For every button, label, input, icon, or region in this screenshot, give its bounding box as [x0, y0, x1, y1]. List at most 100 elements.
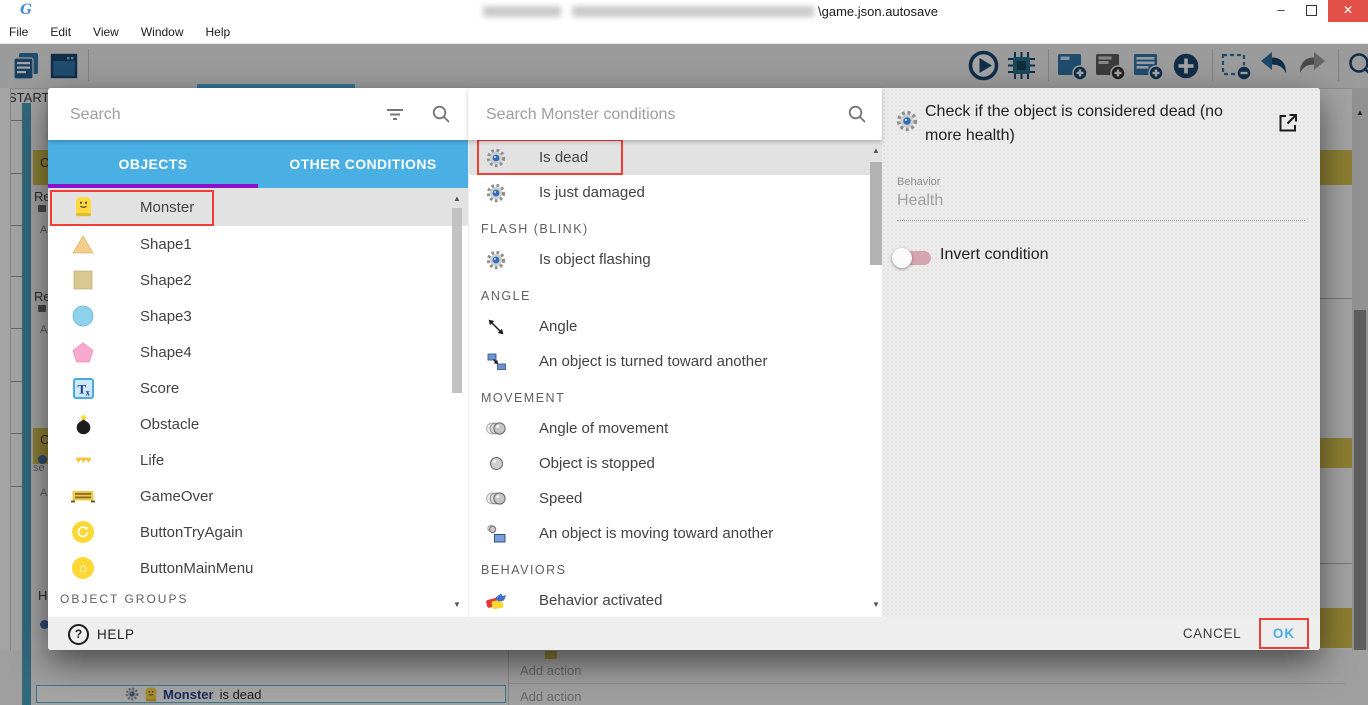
hearts-icon: ♥♥♥ [70, 448, 96, 472]
conditions-search-input[interactable] [484, 100, 818, 130]
movement-icon [483, 487, 509, 511]
help-button[interactable]: ? HELP [68, 622, 135, 646]
object-label: Shape4 [140, 344, 192, 361]
object-label: Shape2 [140, 272, 192, 289]
condition-label: Is dead [539, 149, 588, 166]
main-content: START CReAReAOseAH ▲ ▼ Add action Add ac… [0, 43, 1368, 705]
object-label: ButtonMainMenu [140, 560, 253, 577]
condition-label: Angle of movement [539, 420, 668, 437]
object-item-gameover[interactable]: GameOver [48, 478, 468, 514]
condition-editor-dialog: OBJECTS OTHER CONDITIONS Monster Shape1 Sh… [48, 88, 1320, 650]
retry-button-icon [70, 520, 96, 544]
triangle-icon [70, 232, 96, 256]
object-item-life[interactable]: ♥♥♥ Life [48, 442, 468, 478]
object-label: Shape1 [140, 236, 192, 253]
condition-item-an-object-is-moving-toward-another[interactable]: An object is moving toward another [469, 516, 883, 551]
tab-other-conditions[interactable]: OTHER CONDITIONS [258, 140, 468, 188]
object-item-shape2[interactable]: Shape2 [48, 262, 468, 298]
turned-toward-icon [483, 350, 509, 374]
scroll-down-arrow-icon[interactable]: ▼ [869, 598, 883, 612]
object-label: Life [140, 452, 164, 469]
text-object-icon: Tx [70, 376, 96, 400]
object-item-buttonmainmenu[interactable]: ⌂ ButtonMainMenu [48, 550, 468, 586]
scroll-up-arrow-icon[interactable]: ▲ [869, 144, 883, 158]
objects-search-input[interactable] [68, 100, 362, 130]
moving-toward-icon [483, 522, 509, 546]
svg-text:x: x [85, 387, 90, 397]
maximize-icon [1306, 5, 1317, 16]
condition-item-speed[interactable]: Speed [469, 481, 883, 516]
condition-description: Check if the object is considered dead (… [925, 100, 1257, 148]
condition-item-an-object-is-turned-toward-another[interactable]: An object is turned toward another [469, 344, 883, 379]
menu-edit[interactable]: Edit [39, 22, 82, 43]
menu-help[interactable]: Help [195, 22, 242, 43]
condition-label: Is object flashing [539, 251, 651, 268]
condition-item-is-object-flashing[interactable]: Is object flashing [469, 242, 883, 277]
condition-item-is-just-damaged[interactable]: Is just damaged [469, 175, 883, 210]
toggle-knob [892, 248, 912, 268]
invert-condition-toggle[interactable] [895, 251, 931, 265]
object-item-score[interactable]: Tx Score [48, 370, 468, 406]
scrollbar-thumb[interactable] [870, 162, 882, 265]
condition-item-object-is-stopped[interactable]: Object is stopped [469, 446, 883, 481]
dialog-footer: ? HELP CANCEL OK [48, 617, 1320, 650]
scroll-down-arrow-icon[interactable]: ▼ [450, 598, 464, 612]
filter-icon[interactable] [384, 103, 406, 125]
condition-group-header: MOVEMENT [469, 379, 883, 411]
object-label: Shape3 [140, 308, 192, 325]
object-item-buttontryagain[interactable]: ButtonTryAgain [48, 514, 468, 550]
stopped-icon [483, 452, 509, 476]
object-item-shape1[interactable]: Shape1 [48, 226, 468, 262]
menu-file[interactable]: File [0, 22, 39, 43]
conditions-search-card [468, 88, 882, 140]
condition-item-angle-of-movement[interactable]: Angle of movement [469, 411, 883, 446]
active-tab-underline [48, 184, 258, 188]
invert-condition-label: Invert condition [940, 246, 1049, 264]
open-in-new-icon[interactable] [1277, 112, 1299, 134]
ok-button[interactable]: OK [1259, 618, 1309, 649]
object-label: Monster [140, 199, 194, 216]
title-bar: G \game.json.autosave – ✕ [0, 0, 1368, 22]
maximize-button[interactable] [1296, 0, 1326, 22]
object-item-obstacle[interactable]: Obstacle [48, 406, 468, 442]
condition-item-is-dead[interactable]: Is dead [469, 140, 883, 175]
search-icon[interactable] [430, 103, 452, 125]
gdevelop-logo-icon: G [20, 2, 32, 18]
condition-label: Angle [539, 318, 577, 335]
circle-icon [70, 304, 96, 328]
banner-icon [70, 484, 96, 508]
health-gear-icon [483, 248, 509, 272]
menu-window[interactable]: Window [130, 22, 195, 43]
menu-view[interactable]: View [82, 22, 130, 43]
cancel-button[interactable]: CANCEL [1172, 617, 1252, 650]
condition-item-behavior-activated[interactable]: Behavior activated [469, 583, 883, 617]
object-label: GameOver [140, 488, 213, 505]
search-icon[interactable] [846, 103, 868, 125]
angle-icon [483, 315, 509, 339]
condition-item-angle[interactable]: Angle [469, 309, 883, 344]
health-gear-icon [483, 181, 509, 205]
condition-label: Is just damaged [539, 184, 645, 201]
redacted-title-segment [483, 6, 561, 17]
object-item-shape3[interactable]: Shape3 [48, 298, 468, 334]
behavior-field-label: Behavior [897, 176, 940, 188]
condition-label: An object is moving toward another [539, 525, 773, 542]
object-label: ButtonTryAgain [140, 524, 243, 541]
object-label: Score [140, 380, 179, 397]
minimize-button[interactable]: – [1266, 0, 1296, 22]
close-button[interactable]: ✕ [1328, 0, 1368, 22]
movement-icon [483, 417, 509, 441]
objects-list: Monster Shape1 Shape2 Shape3 Shape4 Tx Score Ob… [48, 188, 468, 617]
scroll-up-arrow-icon[interactable]: ▲ [450, 192, 464, 206]
object-item-shape4[interactable]: Shape4 [48, 334, 468, 370]
conditions-list: Is dead Is just damaged FLASH (BLINK) Is ob… [468, 140, 883, 617]
object-item-monster[interactable]: Monster [48, 188, 468, 226]
health-gear-icon [896, 110, 918, 132]
health-gear-icon [483, 146, 509, 170]
behavior-field-value[interactable]: Health [897, 192, 1305, 221]
condition-group-header: FLASH (BLINK) [469, 210, 883, 242]
home-button-icon: ⌂ [70, 556, 96, 580]
square-icon [70, 268, 96, 292]
tab-objects[interactable]: OBJECTS [48, 140, 258, 188]
scrollbar-thumb[interactable] [452, 208, 462, 393]
